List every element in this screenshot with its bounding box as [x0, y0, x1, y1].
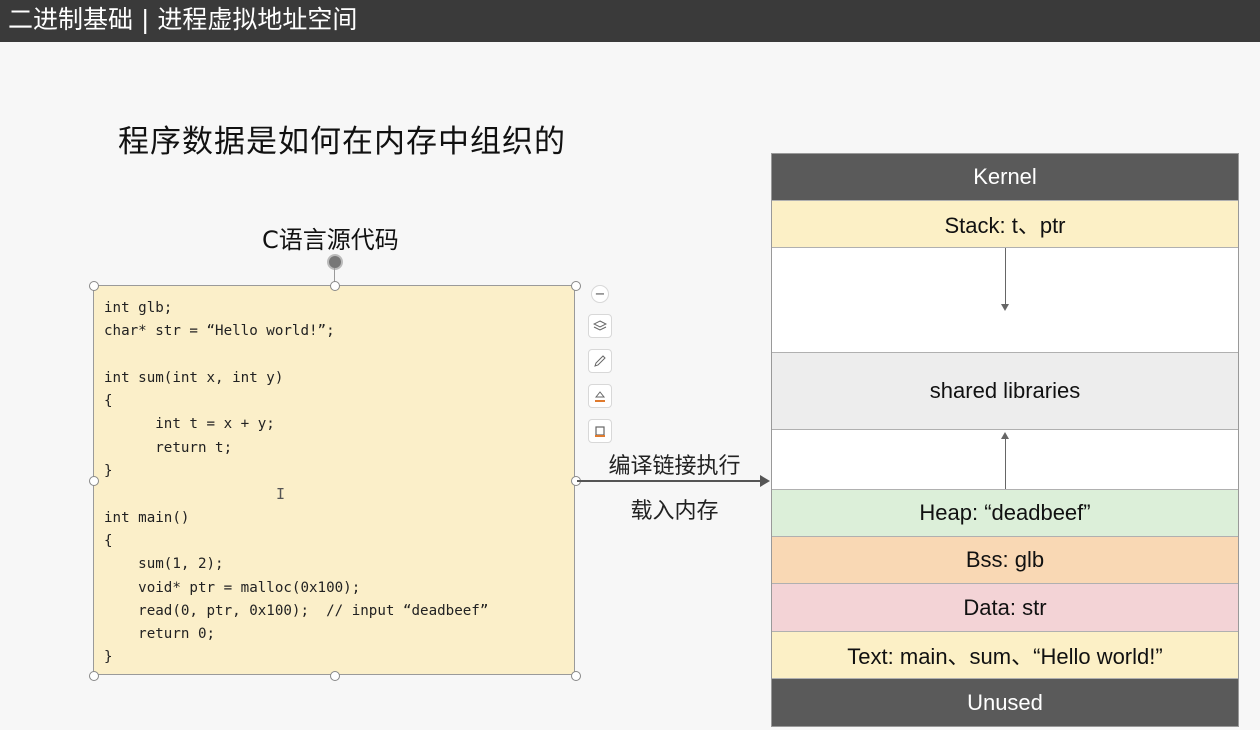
memory-layout-diagram: Kernel Stack: t、ptr shared libraries Hea… [771, 153, 1239, 727]
crop-icon[interactable] [588, 419, 612, 443]
segment-heap-growth-gap [772, 430, 1238, 490]
pen-icon[interactable] [588, 349, 612, 373]
stack-grow-down-arrowhead [1001, 304, 1009, 311]
text-cursor-icon: I [276, 485, 286, 503]
code-line: void* ptr = malloc(0x100); [104, 579, 361, 596]
code-line: int t = x + y; [104, 416, 275, 433]
arrow-labels: 编译链接执行 载入内存 [592, 444, 757, 534]
shape-toolbar: − [586, 285, 614, 454]
code-line: { [104, 393, 113, 410]
code-line: read(0, ptr, 0x100); // input “deadbeef” [104, 602, 489, 619]
segment-stack: Stack: t、ptr [772, 201, 1238, 248]
segment-bss-label: Bss: glb [965, 547, 1045, 572]
arrow-label-compile: 编译链接执行 [608, 454, 741, 479]
segment-shared-label: shared libraries [929, 378, 1081, 403]
code-content[interactable]: int glb; char* str = “Hello world!”; int … [94, 286, 574, 681]
code-line: { [104, 532, 113, 549]
resize-handle-s[interactable] [330, 671, 340, 681]
code-line: sum(1, 2); [104, 556, 224, 573]
code-line: } [104, 463, 113, 480]
collapse-icon[interactable]: − [591, 285, 609, 303]
resize-handle-n[interactable] [330, 281, 340, 291]
load-arrow-line [577, 480, 762, 482]
segment-data-label: Data: str [963, 594, 1047, 620]
resize-handle-nw[interactable] [89, 281, 99, 291]
heap-grow-up-arrowhead [1001, 432, 1009, 439]
segment-kernel: Kernel [772, 154, 1238, 201]
resize-handle-ne[interactable] [571, 281, 581, 291]
code-caption: C语言源代码 [262, 226, 399, 254]
resize-handle-w[interactable] [89, 476, 99, 486]
code-line: char* str = “Hello world!”; [104, 323, 335, 340]
layers-icon[interactable] [588, 314, 612, 338]
segment-unused: Unused [772, 679, 1238, 726]
rotate-handle-icon[interactable] [327, 254, 343, 270]
code-line: int sum(int x, int y) [104, 369, 284, 386]
window-title: 二进制基础 | 进程虚拟地址空间 [8, 5, 358, 34]
code-line: return t; [104, 439, 233, 456]
window-title-bar: 二进制基础 | 进程虚拟地址空间 [0, 0, 1260, 42]
segment-text: Text: main、sum、“Hello world!” [772, 632, 1238, 679]
code-line: return 0; [104, 626, 216, 643]
heap-grow-up-arrow [1005, 437, 1006, 489]
code-textbox[interactable]: int glb; char* str = “Hello world!”; int … [93, 285, 575, 675]
segment-stack-label: Stack: t、ptr [944, 213, 1066, 238]
segment-heap-label: Heap: “deadbeef” [919, 500, 1091, 525]
segment-heap: Heap: “deadbeef” [772, 490, 1238, 537]
resize-handle-sw[interactable] [89, 671, 99, 681]
arrow-label-load: 载入内存 [630, 499, 719, 524]
stack-grow-down-arrow [1005, 248, 1006, 306]
code-line: int glb; [104, 300, 173, 316]
load-arrow-head [760, 475, 770, 487]
slide-title: 程序数据是如何在内存中组织的 [118, 124, 566, 160]
resize-handle-se[interactable] [571, 671, 581, 681]
fill-icon[interactable] [588, 384, 612, 408]
segment-bss: Bss: glb [772, 537, 1238, 584]
segment-stack-growth-gap [772, 248, 1238, 353]
segment-unused-label: Unused [967, 689, 1043, 715]
code-line: int main() [104, 509, 190, 526]
segment-kernel-label: Kernel [973, 164, 1037, 189]
segment-data: Data: str [772, 584, 1238, 632]
segment-text-label: Text: main、sum、“Hello world!” [847, 644, 1163, 669]
code-line: } [104, 649, 113, 666]
segment-shared-libraries: shared libraries [772, 353, 1238, 430]
